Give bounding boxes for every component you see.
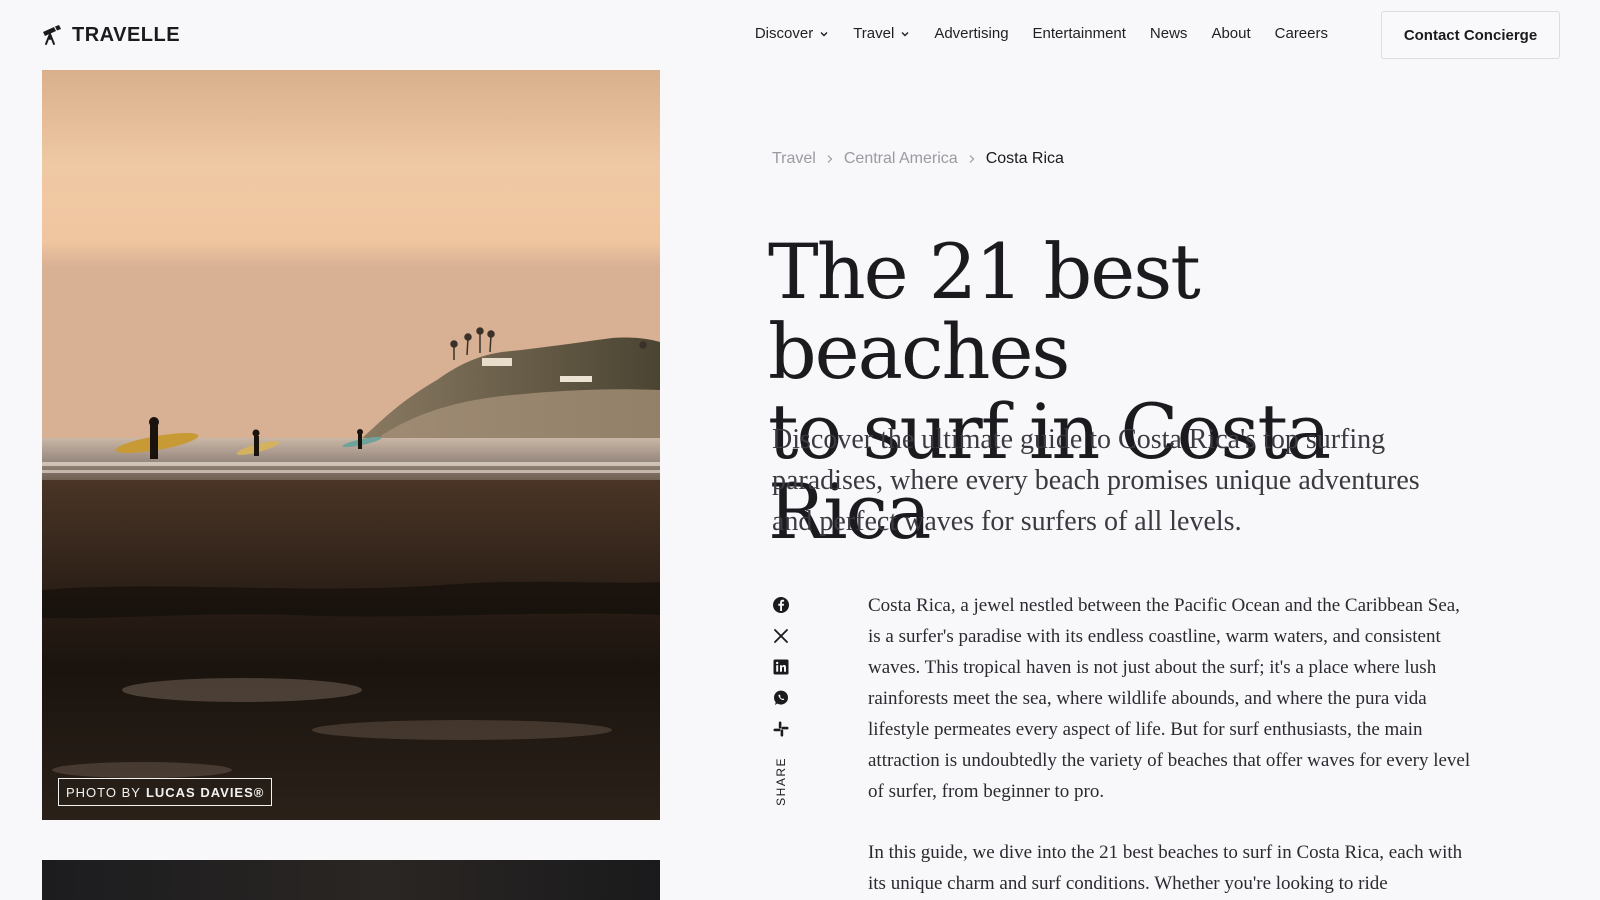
nav-label: Entertainment	[1032, 25, 1126, 42]
nav-item-discover[interactable]: Discover	[755, 25, 829, 42]
facebook-icon[interactable]	[772, 596, 790, 614]
nav-item-news[interactable]: News	[1150, 25, 1188, 42]
photo-credit-prefix: PHOTO BY	[66, 784, 141, 800]
surfers-sunset-photo	[42, 70, 660, 820]
share-bar: SHARE	[770, 596, 792, 806]
site-header: TRAVELLE Discover Travel Advertising Ent…	[0, 0, 1600, 70]
chevron-right-icon	[969, 155, 975, 163]
article-paragraph: Costa Rica, a jewel nestled between the …	[868, 595, 1471, 802]
photo-credit-name: LUCAS DAVIES®	[145, 784, 265, 800]
secondary-image	[42, 860, 660, 900]
x-icon[interactable]	[772, 627, 790, 645]
breadcrumb-central-america[interactable]: Central America	[844, 150, 958, 168]
main-nav: Discover Travel Advertising Entertainmen…	[755, 25, 1328, 42]
hero-image: PHOTO BY LUCAS DAVIES®	[42, 70, 660, 820]
linkedin-icon[interactable]	[772, 658, 790, 676]
nav-label: Advertising	[934, 25, 1009, 42]
whatsapp-icon[interactable]	[772, 689, 790, 707]
nav-item-travel[interactable]: Travel	[853, 25, 910, 42]
brand-logo[interactable]: TRAVELLE	[40, 22, 180, 48]
chevron-down-icon	[820, 31, 828, 36]
brand-name: TRAVELLE	[72, 23, 181, 46]
nav-item-entertainment[interactable]: Entertainment	[1033, 25, 1126, 42]
breadcrumb: Travel Central America Costa Rica	[772, 150, 1064, 168]
nav-item-advertising[interactable]: Advertising	[934, 25, 1008, 42]
nav-label: Careers	[1274, 25, 1328, 42]
article-body: Costa Rica, a jewel nestled between the …	[868, 590, 1473, 899]
breadcrumb-travel[interactable]: Travel	[772, 150, 816, 168]
telescope-icon	[43, 25, 61, 45]
contact-concierge-button[interactable]: Contact Concierge	[1381, 11, 1560, 59]
chevron-down-icon	[901, 31, 909, 36]
article-paragraph: In this guide, we dive into the 21 best …	[868, 842, 1463, 894]
article-subtitle: Discover the ultimate guide to Costa Ric…	[772, 424, 1420, 537]
nav-label: Discover	[754, 25, 814, 42]
nav-item-careers[interactable]: Careers	[1275, 25, 1328, 42]
nav-label: Travel	[853, 25, 895, 42]
breadcrumb-costa-rica: Costa Rica	[985, 150, 1064, 167]
share-label: SHARE	[774, 757, 788, 806]
nav-item-about[interactable]: About	[1211, 25, 1250, 42]
slack-icon[interactable]	[772, 720, 790, 738]
nav-label: About	[1211, 25, 1251, 42]
chevron-right-icon	[827, 155, 833, 163]
photo-credit: PHOTO BY LUCAS DAVIES®	[58, 778, 273, 806]
nav-label: News	[1149, 25, 1188, 42]
article-title-line-1: The 21 best beaches	[768, 227, 1201, 396]
